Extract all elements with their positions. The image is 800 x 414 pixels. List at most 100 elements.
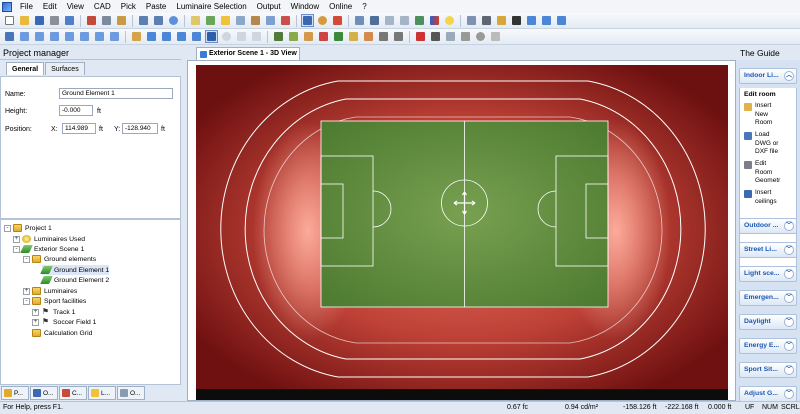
cut-icon[interactable]: [85, 14, 98, 27]
height-field[interactable]: -0.000: [59, 105, 93, 116]
sphere-icon[interactable]: [316, 14, 329, 27]
tree-item-sport-facilities[interactable]: - Sport facilities: [23, 296, 86, 306]
menu-paste[interactable]: Paste: [141, 0, 171, 13]
guide-section-adjust[interactable]: Adjust G... ﹀: [739, 386, 797, 401]
calc-icon[interactable]: [279, 14, 292, 27]
menu-output[interactable]: Output: [252, 0, 286, 13]
tab-luminaires[interactable]: L...: [88, 386, 116, 400]
terrain-icon[interactable]: [287, 30, 300, 43]
collapse-icon[interactable]: -: [23, 255, 30, 263]
material-icon[interactable]: [249, 14, 262, 27]
print-icon[interactable]: [48, 14, 61, 27]
open-folder-icon[interactable]: [18, 14, 31, 27]
x-field[interactable]: 114.989: [62, 123, 96, 134]
isolines-icon[interactable]: [413, 14, 426, 27]
line-icon[interactable]: [145, 30, 158, 43]
tree-item-ground-elements[interactable]: - Ground elements: [23, 254, 96, 264]
tab-surfaces[interactable]: Surfaces: [45, 62, 85, 75]
tab-output[interactable]: O...: [117, 386, 145, 400]
copy-icon[interactable]: [100, 14, 113, 27]
menu-pick[interactable]: Pick: [116, 0, 141, 13]
chevron-up-icon[interactable]: ︿: [784, 71, 794, 81]
table-icon[interactable]: [383, 14, 396, 27]
panels-icon[interactable]: [555, 14, 568, 27]
field-icon[interactable]: [160, 30, 173, 43]
pole-icon[interactable]: [377, 30, 390, 43]
settings-icon[interactable]: [474, 30, 487, 43]
export-icon[interactable]: [331, 14, 344, 27]
tab-colors[interactable]: C...: [59, 386, 87, 400]
tree-item-track-1[interactable]: + ⚑ Track 1: [32, 307, 75, 317]
chevron-down-icon[interactable]: ﹀: [784, 365, 794, 375]
flag-icon[interactable]: [429, 30, 442, 43]
chevron-down-icon[interactable]: ﹀: [784, 317, 794, 327]
document-tab-3d-view[interactable]: Exterior Scene 1 - 3D View: [196, 47, 300, 60]
mirror-icon[interactable]: [48, 30, 61, 43]
falsecolor-icon[interactable]: [428, 14, 441, 27]
guide-section-energy[interactable]: Energy E... ﹀: [739, 338, 797, 354]
building-icon[interactable]: [302, 30, 315, 43]
guide-section-emergency[interactable]: Emergen... ﹀: [739, 290, 797, 306]
expand-icon[interactable]: +: [32, 318, 39, 326]
collapse-icon[interactable]: -: [23, 297, 30, 305]
new-file-icon[interactable]: [3, 14, 16, 27]
menu-window[interactable]: Window: [286, 0, 324, 13]
help-icon[interactable]: [167, 14, 180, 27]
guide-load-dwg[interactable]: Load DWG or DXF file: [744, 131, 785, 157]
layout-icon[interactable]: [525, 14, 538, 27]
menu-luminaire-selection[interactable]: Luminaire Selection: [171, 0, 251, 13]
expand-icon[interactable]: +: [23, 287, 30, 295]
room-icon[interactable]: [189, 14, 202, 27]
guide-section-indoor[interactable]: Indoor Li... ︿: [739, 68, 797, 84]
menu-view[interactable]: View: [62, 0, 89, 13]
printer-icon[interactable]: [480, 14, 493, 27]
photo-icon[interactable]: [444, 30, 457, 43]
pointer-icon[interactable]: [205, 30, 218, 43]
list-icon[interactable]: [398, 14, 411, 27]
guide-section-sport[interactable]: Sport Sit... ﹀: [739, 362, 797, 378]
align-icon[interactable]: [78, 30, 91, 43]
select-icon[interactable]: [3, 30, 16, 43]
tree-item-exterior-scene[interactable]: - Exterior Scene 1: [13, 244, 84, 254]
snap-icon[interactable]: [272, 30, 285, 43]
chevron-down-icon[interactable]: ﹀: [784, 245, 794, 255]
rotate-icon[interactable]: [18, 30, 31, 43]
mail-icon[interactable]: [495, 14, 508, 27]
grid-icon[interactable]: [264, 14, 277, 27]
arrange-icon[interactable]: [108, 30, 121, 43]
paste-icon[interactable]: [115, 14, 128, 27]
expand-icon[interactable]: +: [13, 235, 20, 243]
tree-item-soccer-field-1[interactable]: + ⚑ Soccer Field 1: [32, 317, 96, 327]
collapse-icon[interactable]: -: [13, 245, 20, 253]
chevron-down-icon[interactable]: ﹀: [784, 293, 794, 303]
tree-item-ground-element-1[interactable]: Ground Element 1: [40, 265, 110, 275]
guide-edit-room[interactable]: Edit Room Geometr: [744, 160, 785, 186]
expand-icon[interactable]: +: [32, 308, 39, 316]
tab-objects[interactable]: O...: [30, 386, 58, 400]
distribute-icon[interactable]: [93, 30, 106, 43]
lightbulb-icon[interactable]: [443, 14, 456, 27]
menu-file[interactable]: File: [15, 0, 38, 13]
clear-icon[interactable]: [489, 30, 502, 43]
y-field[interactable]: -128.940: [122, 123, 158, 134]
menu-cad[interactable]: CAD: [89, 0, 116, 13]
menu-edit[interactable]: Edit: [38, 0, 62, 13]
render-icon[interactable]: [368, 14, 381, 27]
redo-icon[interactable]: [152, 14, 165, 27]
orbit-icon[interactable]: [250, 30, 263, 43]
name-field[interactable]: Ground Element 1: [59, 88, 173, 99]
tree-item-luminaires[interactable]: + Luminaires: [23, 286, 77, 296]
aim-icon[interactable]: [63, 30, 76, 43]
pencil-icon[interactable]: [301, 14, 314, 27]
chevron-down-icon[interactable]: ﹀: [784, 389, 794, 399]
chevron-down-icon[interactable]: ﹀: [784, 341, 794, 351]
sign-icon[interactable]: [414, 30, 427, 43]
measure-icon[interactable]: [459, 30, 472, 43]
tree-item-ground-element-2[interactable]: Ground Element 2: [40, 275, 109, 285]
guide-section-outdoor[interactable]: Outdoor ... ﹀: [739, 218, 797, 234]
object-icon[interactable]: [204, 14, 217, 27]
collapse-icon[interactable]: -: [4, 224, 11, 232]
luminaire-icon[interactable]: [219, 14, 232, 27]
house-icon[interactable]: [362, 30, 375, 43]
guide-section-light-scenes[interactable]: Light sce... ﹀: [739, 266, 797, 282]
